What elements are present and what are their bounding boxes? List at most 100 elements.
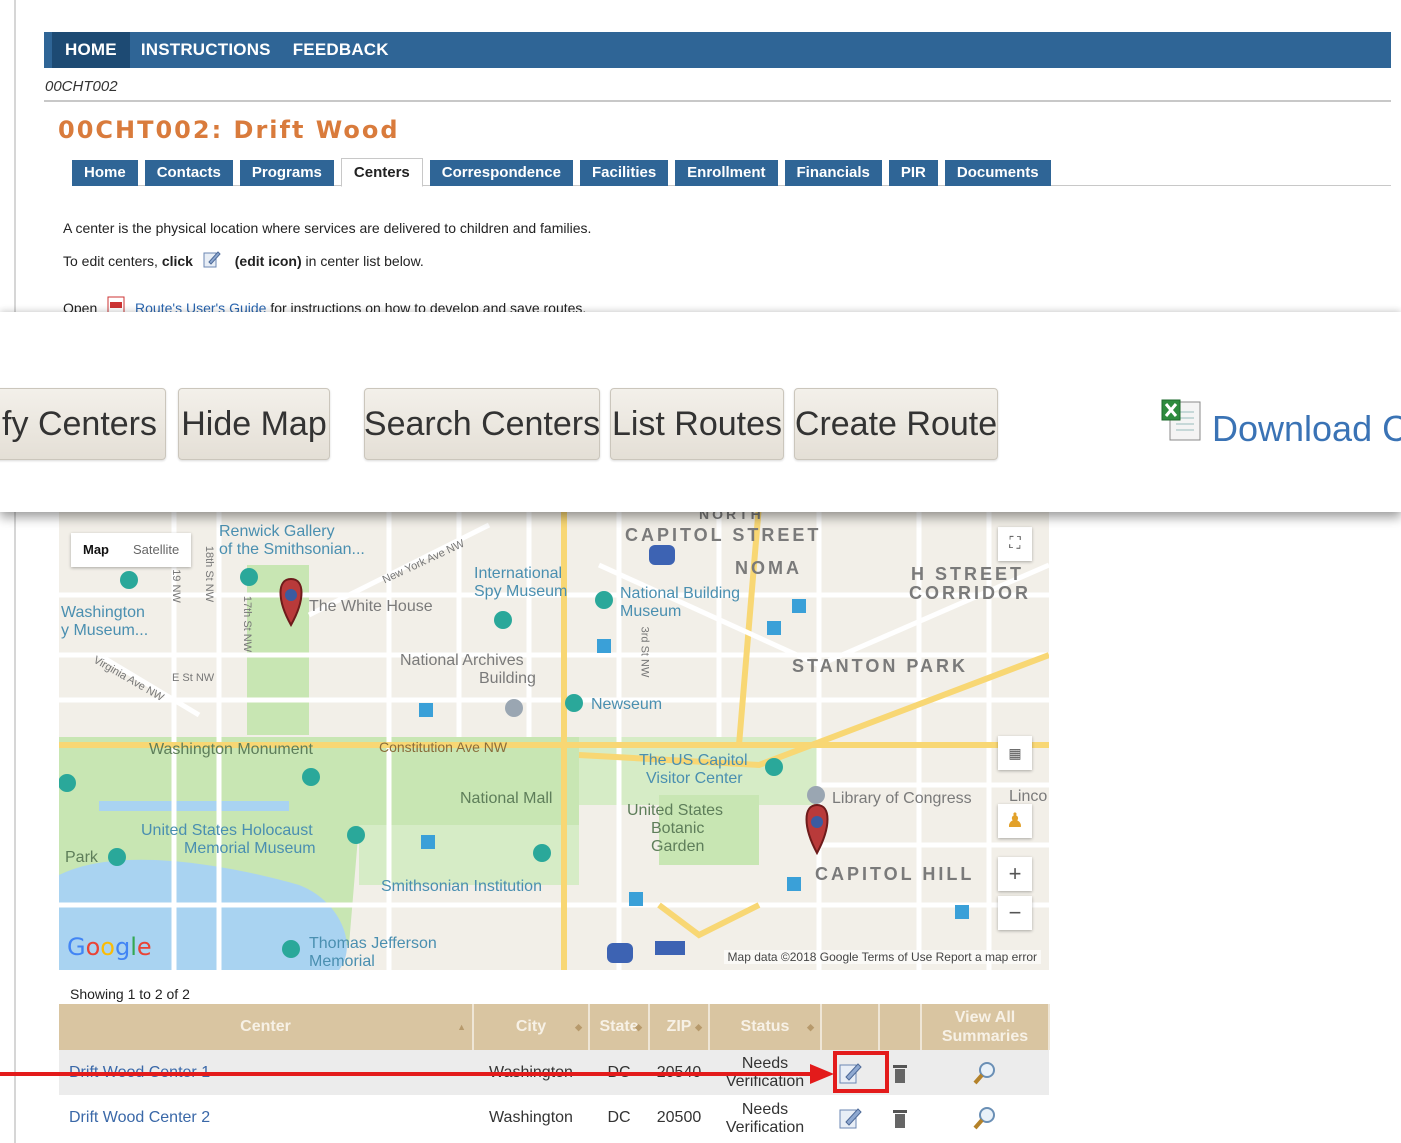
map-attribution[interactable]: Map data ©2018 Google Terms of Use Repor… [723,950,1041,964]
edit-icon [839,1107,862,1128]
map-label: International [474,565,563,582]
trash-icon [893,1064,907,1083]
map-area-label: CAPITOL STREET [625,525,822,545]
map-label: Visitor Center [646,770,743,787]
edit-instructions-click: click [161,253,193,269]
magnifier-icon [973,1106,995,1129]
nav-home[interactable]: HOME [52,32,130,68]
column-header-state[interactable]: State ◆ [589,1004,650,1050]
route-guide-line: Open Route's User's Guide for instructio… [63,296,586,312]
map-label: United States Holocaust [141,822,313,839]
route-guide-pre: Open [63,300,98,312]
map-street-label: 17th St NW [241,595,254,653]
tab-financials[interactable]: Financials [784,160,882,186]
center-name-link[interactable]: Drift Wood Center 2 [59,1095,473,1140]
map-label: Park [65,849,98,866]
city-cell: Washington [473,1095,589,1140]
column-header-city[interactable]: City ◆ [473,1004,590,1050]
map-label: Building [479,670,536,687]
tab-correspondence[interactable]: Correspondence [429,160,573,186]
column-header-view-all-summaries[interactable]: View All Summaries [921,1004,1050,1050]
table-header-row: Center ▲ City ◆ State ◆ ZIP ◆ Status ◆ View A… [59,1004,1050,1050]
column-header-center[interactable]: Center ▲ [59,1004,474,1050]
create-route-button[interactable]: Create Route [794,388,998,460]
edit-instructions-pre: To edit centers, [63,253,158,269]
map-label: National Archives [400,652,524,669]
map-street-label: E St NW [172,672,215,684]
pegman-icon[interactable]: ♟ [998,804,1032,838]
zip-cell: 20500 [649,1095,709,1140]
map-street-label: 19 NW [169,569,182,603]
tab-contacts[interactable]: Contacts [144,160,233,186]
route-guide-link[interactable]: Route's User's Guide [135,300,266,312]
tab-programs[interactable]: Programs [239,160,334,186]
tab-centers[interactable]: Centers [340,158,423,187]
route-guide-post: for instructions on how to develop and s… [270,300,587,312]
tab-documents[interactable]: Documents [944,160,1051,186]
map-label: National Building [620,585,741,602]
map-label: Museum [620,603,682,620]
fullscreen-icon[interactable]: ⛶ [998,527,1032,561]
column-header-delete [879,1004,922,1050]
divider [44,100,1391,102]
tab-enrollment[interactable]: Enrollment [675,160,778,186]
zoom-in-icon[interactable]: + [998,857,1032,891]
intro-text: A center is the physical location where … [63,220,592,236]
annotation-arrow [0,1064,834,1084]
download-centers-link[interactable]: Download Ce [1212,408,1401,450]
map-street-label: 18th St NW [203,545,216,603]
map-label: Botanic [651,820,705,837]
street-view-icon[interactable]: ▦ [998,736,1032,770]
tab-home[interactable]: Home [72,160,138,186]
edit-instructions-post: in center list below. [305,253,424,269]
search-centers-button[interactable]: Search Centers [364,388,600,460]
map-label: Garden [651,838,705,855]
top-nav: HOME INSTRUCTIONS FEEDBACK [44,32,1391,68]
nav-instructions[interactable]: INSTRUCTIONS [130,32,282,68]
map-label: y Museum... [61,622,149,639]
map-label: Constitution Ave NW [379,739,508,755]
view-summary-button[interactable] [921,1095,1049,1140]
map-area-label: STANTON PARK [792,656,969,676]
map-label: Library of Congress [832,790,972,807]
case-id: 00CHT002 [45,78,118,95]
column-header-status[interactable]: Status ◆ [709,1004,822,1050]
map-area-label: NOMA [735,558,802,578]
google-logo: Google [67,933,152,961]
verify-centers-button[interactable]: rify Centers [0,388,166,460]
map-label: of the Smithsonian... [219,541,365,558]
map-area-label: CORRIDOR [909,583,1031,603]
tab-facilities[interactable]: Facilities [579,160,669,186]
excel-icon[interactable] [1160,398,1204,444]
nav-feedback[interactable]: FEEDBACK [282,32,400,68]
result-count: Showing 1 to 2 of 2 [70,986,190,1002]
tab-pir[interactable]: PIR [888,160,938,186]
map-type-satellite[interactable]: Satellite [121,533,191,567]
map-street-label: 3rd St NW [638,626,651,678]
map-area-label: CAPITOL HILL [815,864,975,884]
delete-button[interactable] [879,1095,921,1140]
zoomed-toolbar: rify Centers Hide Map Search Centers Lis… [0,312,1401,512]
edit-icon [203,250,221,268]
map-label: Newseum [591,696,663,713]
status-cell: Needs Verification [709,1095,821,1140]
view-summary-button[interactable] [921,1050,1049,1095]
map-label: Smithsonian Institution [381,878,542,895]
map-label: Memorial Museum [184,840,316,857]
column-header-zip[interactable]: ZIP ◆ [649,1004,710,1050]
map-label: The White House [309,598,433,615]
edit-button[interactable] [821,1095,879,1140]
map-label: Washington [61,604,145,621]
hide-map-button[interactable]: Hide Map [178,388,330,460]
map[interactable]: Map Satellite Renwick Gallery of the Smi… [59,505,1049,970]
map-type-map[interactable]: Map [71,533,121,567]
table-row: Drift Wood Center 2 Washington DC 20500 … [59,1095,1049,1140]
zoom-out-icon[interactable]: − [998,896,1032,930]
edit-instructions: To edit centers, click (edit icon) in ce… [63,250,424,269]
list-routes-button[interactable]: List Routes [610,388,784,460]
tab-bar: Home Contacts Programs Centers Correspon… [72,158,1058,187]
map-label: Spy Museum [474,583,568,600]
column-header-edit [821,1004,880,1050]
map-label: Memorial [309,953,375,970]
highlight-box [833,1051,889,1093]
